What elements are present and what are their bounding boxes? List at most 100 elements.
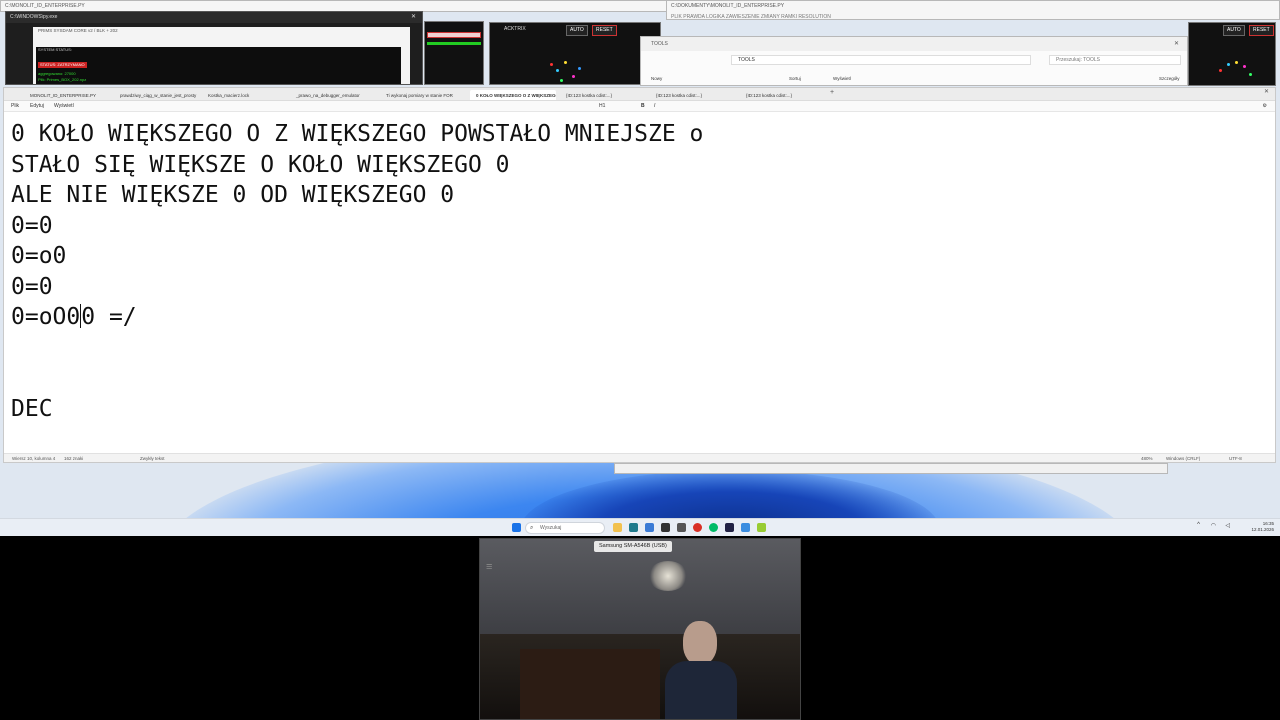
console-line-1: SYSTEM STATUS:	[38, 47, 72, 52]
notepad-text-area[interactable]: 0 KOŁO WIĘKSZEGO O Z WIĘKSZEGO POWSTAŁO …	[11, 119, 1211, 424]
explorer-address-bar[interactable]: TOOLS	[731, 55, 1031, 65]
person-body	[665, 661, 737, 719]
console-title: C:\WINDOWS\py.exe	[10, 14, 58, 20]
menu-icon[interactable]: ≡	[486, 561, 492, 573]
tray-chevron-icon[interactable]: ^	[1197, 522, 1200, 528]
new-tab-icon[interactable]: +	[830, 89, 834, 96]
actrix-dot	[1219, 69, 1222, 72]
console-output: SYSTEM STATUS: STATUS: ZATRZYMANO aggreg…	[36, 47, 401, 84]
text-line: DEC	[11, 395, 53, 422]
tray-clock[interactable]: 16:35 12.01.2026	[1251, 521, 1274, 533]
italic-icon[interactable]: I	[654, 101, 655, 112]
actrix-left-auto-button[interactable]: AUTO	[566, 25, 588, 36]
app-icon[interactable]	[725, 523, 734, 532]
menu-view[interactable]: Wyświetl	[54, 101, 74, 112]
tab-monolit[interactable]: MONOLIT_ID_ENTERPRISE.PY	[24, 90, 114, 100]
text-line: STAŁO SIĘ WIĘKSZE O KOŁO WIĘKSZEGO 0	[11, 151, 510, 178]
start-icon[interactable]	[512, 523, 521, 532]
heading-dropdown[interactable]: H1	[599, 101, 605, 112]
file-explorer-icon[interactable]	[613, 523, 622, 532]
taskbar-search[interactable]: ⌕ Wyszukaj	[525, 522, 605, 534]
explorer-close-icon[interactable]: ✕	[1174, 39, 1179, 50]
notepad-status-bar: Wiersz 10, kolumna 4 162 znaki Zwykły te…	[4, 453, 1275, 462]
notepad-window[interactable]: MONOLIT_ID_ENTERPRISE.PY prawdziwy_ciąg_…	[3, 87, 1276, 463]
person-head	[683, 621, 717, 665]
store-icon[interactable]	[645, 523, 654, 532]
tray-date: 12.01.2026	[1251, 527, 1274, 532]
explorer-details-button[interactable]: Szczegóły	[1159, 76, 1180, 81]
monitor-window[interactable]	[424, 21, 484, 85]
monitor-progress	[427, 42, 481, 45]
edge-icon[interactable]	[629, 523, 638, 532]
actrix-dot	[1249, 73, 1252, 76]
console-panel-title: PRIMS SYSDAM CORE v2 / BLK + 202	[38, 28, 118, 33]
wifi-icon[interactable]: ◠	[1211, 522, 1216, 529]
explorer-titlebar: TOOLS	[641, 37, 1187, 51]
status-line-ending: Windows (CRLF)	[1166, 456, 1201, 461]
tab-prawdziwy[interactable]: prawdziwy_ciąg_w_stanie_jest_prosty	[114, 90, 202, 100]
text-after-caret: 0 =/	[81, 304, 137, 330]
text-line	[11, 363, 1211, 394]
actrix-dot	[560, 79, 563, 82]
actrix-dot	[572, 75, 575, 78]
tab-kolo-wiekszego[interactable]: 0 KOŁO WIĘKSZEGO O Z WIĘKSZEGO	[470, 90, 556, 100]
app-icon[interactable]	[709, 523, 718, 532]
actrix-dot	[1235, 61, 1238, 64]
tab-ti-wykonaj[interactable]: Ti wykonaj pomiary w stanie FOR	[380, 90, 468, 100]
actrix-window-right[interactable]: AUTO RESET	[1188, 22, 1276, 86]
explorer-view-button[interactable]: Wyświetl	[833, 76, 851, 81]
app-icon[interactable]	[677, 523, 686, 532]
tab-id-kostka-1[interactable]: {ID:123 kostka cdist:...}	[560, 90, 648, 100]
notepad-menu-bar: Plik Edytuj Wyświetl H1 B I ⚙	[4, 101, 1275, 112]
actrix-right-reset-button[interactable]: RESET	[1249, 25, 1274, 36]
explorer-search-placeholder: Przeszukaj: TOOLS	[1056, 57, 1100, 63]
bg-window-editor-right[interactable]: C:\DOKUMENTY\MONOLIT_ID_ENTERPRISE.PY PL…	[666, 0, 1280, 20]
actrix-left-title: ACKTRIX	[504, 26, 526, 32]
actrix-dot	[578, 67, 581, 70]
status-position: Wiersz 10, kolumna 4	[12, 456, 56, 461]
text-line: 0=o0	[11, 243, 67, 269]
tab-prawo[interactable]: _prawo_na_debugger_emulator	[290, 90, 378, 100]
webcam-ceiling	[480, 539, 800, 639]
chrome-icon[interactable]	[693, 523, 702, 532]
actrix-right-auto-button[interactable]: AUTO	[1223, 25, 1245, 36]
console-titlebar: C:\WINDOWS\py.exe	[6, 12, 422, 23]
text-line: 0=0	[11, 273, 53, 300]
bg-window-bottom[interactable]	[614, 463, 1168, 474]
volume-icon[interactable]: ◁	[1225, 522, 1230, 529]
webcam-cabinet	[520, 649, 660, 719]
text-line-with-caret: 0=oO00 =/	[11, 302, 1211, 333]
taskbar: ⌕ Wyszukaj ^ ◠ ◁ 16:35 12.01.2026	[0, 518, 1280, 536]
actrix-dot	[556, 69, 559, 72]
actrix-window-left[interactable]: ACKTRIX AUTO RESET	[489, 22, 661, 85]
person	[665, 621, 737, 719]
close-window-icon[interactable]: ✕	[1264, 88, 1269, 95]
tab-id-kostka-2[interactable]: {ID:123 kostka cdist:...}	[650, 90, 738, 100]
explorer-window[interactable]: TOOLS ✕ TOOLS Przeszukaj: TOOLS Nowy Sor…	[640, 36, 1188, 86]
console-panel: PRIMS SYSDAM CORE v2 / BLK + 202 SYSTEM …	[33, 27, 410, 84]
explorer-address: TOOLS	[738, 57, 755, 63]
terminal-icon[interactable]	[661, 523, 670, 532]
webcam-title: Samsung SM-A546B (USB)	[594, 541, 672, 552]
status-chars: 162 znaki	[64, 456, 84, 461]
menu-edit[interactable]: Edytuj	[30, 101, 44, 112]
notepad-icon[interactable]	[741, 523, 750, 532]
python-icon[interactable]	[757, 523, 766, 532]
bold-icon[interactable]: B	[641, 101, 645, 112]
console-window[interactable]: C:\WINDOWS\py.exe ✕ PRIMS SYSDAM CORE v2…	[5, 11, 423, 85]
explorer-sort-button[interactable]: Sortuj	[789, 76, 801, 81]
actrix-left-reset-button[interactable]: RESET	[592, 25, 617, 36]
settings-icon[interactable]: ⚙	[1263, 101, 1267, 112]
bg-window-title-right: C:\DOKUMENTY\MONOLIT_ID_ENTERPRISE.PY	[671, 3, 785, 9]
tab-kostka[interactable]: Kostka_macierz.lock	[202, 90, 290, 100]
tab-id-kostka-3[interactable]: {ID:123 kostka cdist:...}	[740, 90, 828, 100]
menu-file[interactable]: Plik	[11, 101, 19, 112]
status-zoom: 480%	[1141, 456, 1153, 461]
explorer-search[interactable]: Przeszukaj: TOOLS	[1049, 55, 1181, 65]
screen: C:\MONOLIT_ID_ENTERPRISE.PY C:\DOKUMENTY…	[0, 0, 1280, 720]
text-line	[11, 333, 1211, 364]
text-line: ALE NIE WIĘKSZE 0 OD WIĘKSZEGO 0	[11, 182, 455, 208]
console-close-icon[interactable]: ✕	[411, 12, 416, 23]
console-line-4: Plik: Primes_BOX_202.npz	[38, 77, 87, 82]
explorer-new-button[interactable]: Nowy	[651, 76, 662, 81]
